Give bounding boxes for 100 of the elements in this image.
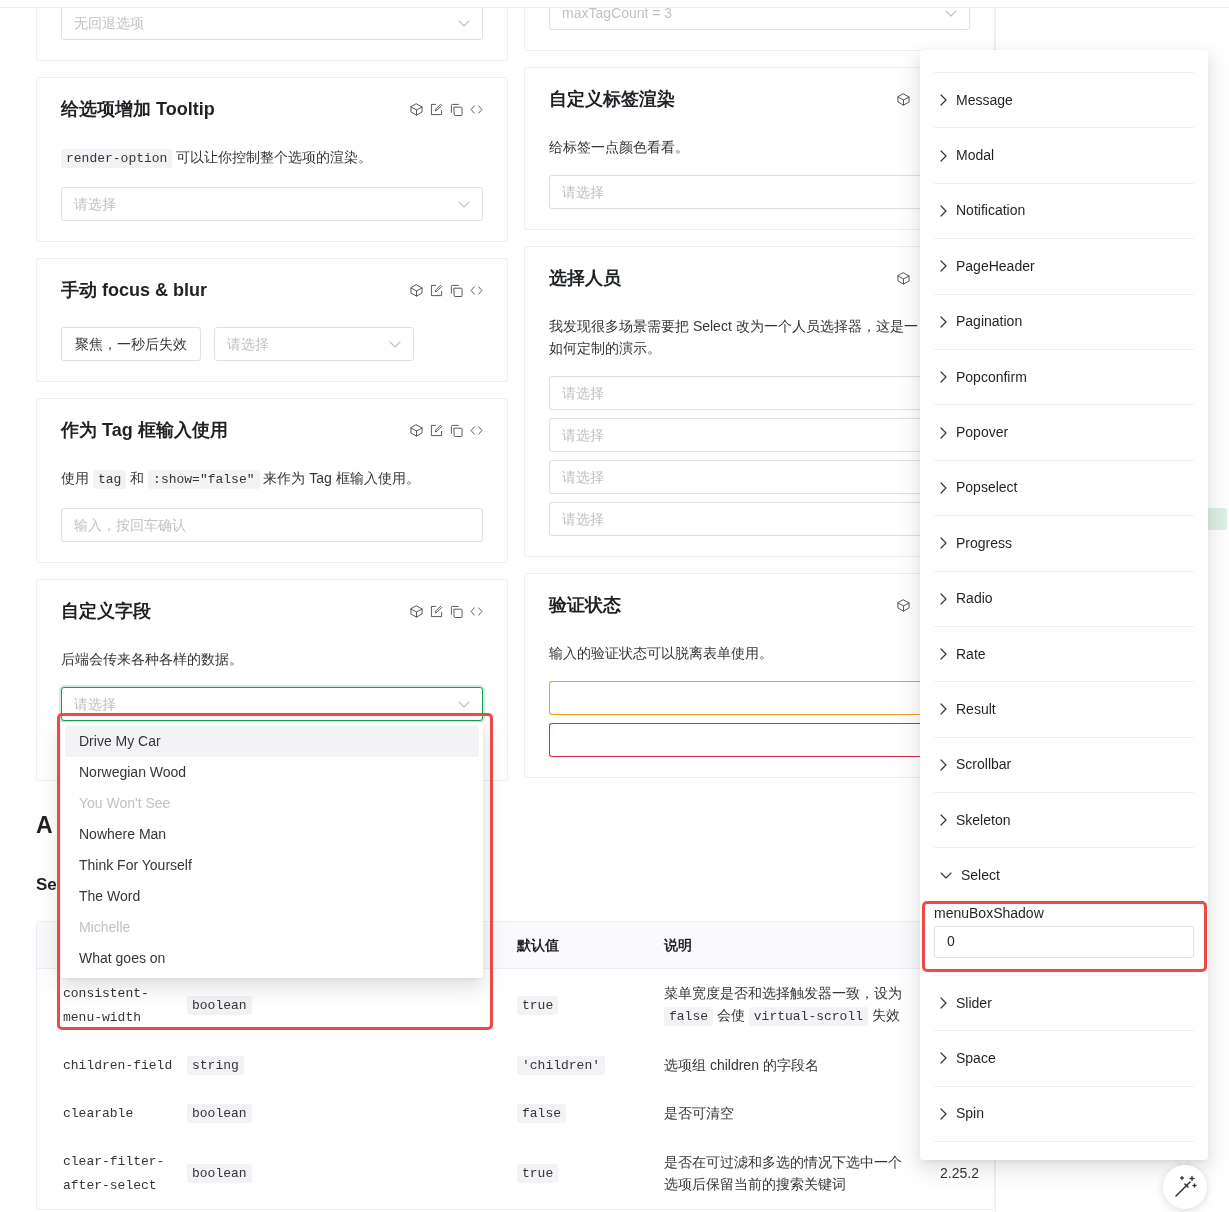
prop-name: clearable xyxy=(63,1106,134,1121)
cube-icon[interactable] xyxy=(897,92,910,106)
cube-icon[interactable] xyxy=(897,271,910,285)
cube-icon[interactable] xyxy=(410,604,423,618)
collapse-item[interactable]: Skeleton xyxy=(934,793,1194,848)
default-value: 'children' xyxy=(517,1056,605,1075)
chevron-right-icon xyxy=(940,758,947,771)
chevron-right-icon xyxy=(940,315,947,328)
chevron-down-icon xyxy=(940,872,952,880)
card-description: 给标签一点颜色看看。 xyxy=(549,138,689,157)
cube-icon[interactable] xyxy=(410,423,423,437)
column-header: 说明 xyxy=(664,937,692,953)
code-icon[interactable] xyxy=(470,606,483,616)
default-value: false xyxy=(517,1104,566,1123)
code-icon[interactable] xyxy=(470,425,483,435)
copy-icon[interactable] xyxy=(450,102,463,116)
type-value: boolean xyxy=(187,1104,252,1123)
edit-icon[interactable] xyxy=(430,102,443,116)
collapse-item[interactable]: Space xyxy=(934,1031,1194,1086)
chevron-right-icon xyxy=(940,149,947,162)
collapse-item[interactable]: Modal xyxy=(934,128,1194,183)
cube-icon[interactable] xyxy=(410,102,423,116)
chevron-down-icon xyxy=(458,19,470,27)
chevron-right-icon xyxy=(940,260,947,273)
chevron-right-icon xyxy=(940,703,947,716)
chevron-right-icon xyxy=(940,537,947,550)
prop-description: 是否在可过滤和多选的情况下选中一个选项后保留当前的搜索关键词 xyxy=(664,1153,903,1194)
code-icon[interactable] xyxy=(470,104,483,114)
chevron-right-icon xyxy=(940,481,947,494)
collapse-item[interactable]: Select xyxy=(934,848,1194,903)
edit-icon[interactable] xyxy=(430,423,443,437)
chevron-right-icon xyxy=(940,592,947,605)
menu-option[interactable]: The Word xyxy=(65,881,479,912)
card-description: render-option 可以让你控制整个选项的渲染。 xyxy=(61,146,373,170)
chevron-right-icon xyxy=(940,1052,947,1065)
code-icon[interactable] xyxy=(470,285,483,295)
menu-option[interactable]: Nowhere Man xyxy=(65,819,479,850)
floating-action-button[interactable] xyxy=(1163,1165,1207,1209)
collapse-item[interactable]: Popselect xyxy=(934,460,1194,516)
select-field[interactable] xyxy=(549,723,921,757)
section-heading: A xyxy=(36,811,53,839)
copy-icon[interactable] xyxy=(450,604,463,618)
card-title: 选择人员 xyxy=(549,267,621,290)
chevron-right-icon xyxy=(940,997,947,1010)
chevron-right-icon xyxy=(940,648,947,661)
copy-icon[interactable] xyxy=(450,423,463,437)
text-input[interactable]: 0 xyxy=(934,925,1194,958)
menu-option: Michelle xyxy=(65,912,479,943)
collapse-item[interactable]: Result xyxy=(934,682,1194,737)
default-value: true xyxy=(517,1164,559,1183)
chevron-right-icon xyxy=(940,204,947,217)
collapse-item[interactable]: Popconfirm xyxy=(934,349,1194,405)
copy-icon[interactable] xyxy=(450,283,463,297)
collapse-item[interactable]: Progress xyxy=(934,516,1194,571)
collapse-item[interactable]: PageHeader xyxy=(934,239,1194,294)
select-field[interactable] xyxy=(549,681,921,715)
prop-description: 选项组 children 的字段名 xyxy=(664,1056,820,1075)
default-value: true xyxy=(517,996,559,1015)
chevron-right-icon xyxy=(940,426,947,439)
chevron-right-icon xyxy=(940,814,947,827)
card-description: 使用 tag 和 :show="false" 来作为 Tag 框输入使用。 xyxy=(61,469,420,491)
collapse-item[interactable]: Radio xyxy=(934,571,1194,626)
collapse-item[interactable]: Scrollbar xyxy=(934,737,1194,793)
card-title: 自定义标签渲染 xyxy=(549,88,675,111)
menu-option[interactable]: What goes on xyxy=(65,943,479,974)
card-description: 后端会传来各种各样的数据。 xyxy=(61,650,243,669)
type-value: string xyxy=(187,1056,244,1075)
chevron-right-icon xyxy=(940,94,947,107)
prop-name: consistent-menu-width xyxy=(63,986,149,1025)
field-label: menuBoxShadow xyxy=(934,904,1044,921)
action-button[interactable]: 聚焦，一秒后失效 xyxy=(61,327,201,361)
collapse-item[interactable]: Popover xyxy=(934,405,1194,460)
cube-icon[interactable] xyxy=(410,283,423,297)
prop-name: children-field xyxy=(63,1058,173,1073)
prop-description: 菜单宽度是否和选择触发器一致，设为 false 会使 virtual-scroll 失效 xyxy=(664,984,903,1028)
card-title: 验证状态 xyxy=(549,594,621,617)
collapse-item[interactable]: Spin xyxy=(934,1086,1194,1142)
magic-wand-icon[interactable] xyxy=(1173,1175,1197,1199)
edit-icon[interactable] xyxy=(430,283,443,297)
card-title: 自定义字段 xyxy=(61,600,151,623)
menu-option[interactable]: Drive My Car xyxy=(65,726,479,757)
collapse-item[interactable]: Message xyxy=(934,73,1194,128)
card-description: 我发现很多场景需要把 Select 改为一个人员选择器，这是一如何定制的演示。 xyxy=(549,317,919,358)
collapse-item[interactable]: Notification xyxy=(934,183,1194,239)
chevron-down-icon xyxy=(945,9,957,17)
card-title: 手动 focus & blur xyxy=(61,279,207,302)
version-text: 2.25.2 xyxy=(940,1165,979,1181)
menu-option[interactable]: Norwegian Wood xyxy=(65,757,479,788)
menu-option[interactable]: Think For Yourself xyxy=(65,850,479,881)
prop-name: clear-filter-after-select xyxy=(63,1154,165,1193)
card-description: 输入的验证状态可以脱离表单使用。 xyxy=(549,644,773,663)
card-title: 给选项增加 Tooltip xyxy=(61,98,215,121)
collapse-item[interactable]: Pagination xyxy=(934,294,1194,349)
cube-icon[interactable] xyxy=(897,598,910,612)
collapse-item[interactable]: Slider xyxy=(934,975,1194,1031)
collapse-item[interactable]: Rate xyxy=(934,626,1194,682)
edit-icon[interactable] xyxy=(430,604,443,618)
chevron-down-icon xyxy=(389,340,401,348)
card-title: 作为 Tag 框输入使用 xyxy=(61,419,228,442)
chevron-right-icon xyxy=(940,371,947,384)
